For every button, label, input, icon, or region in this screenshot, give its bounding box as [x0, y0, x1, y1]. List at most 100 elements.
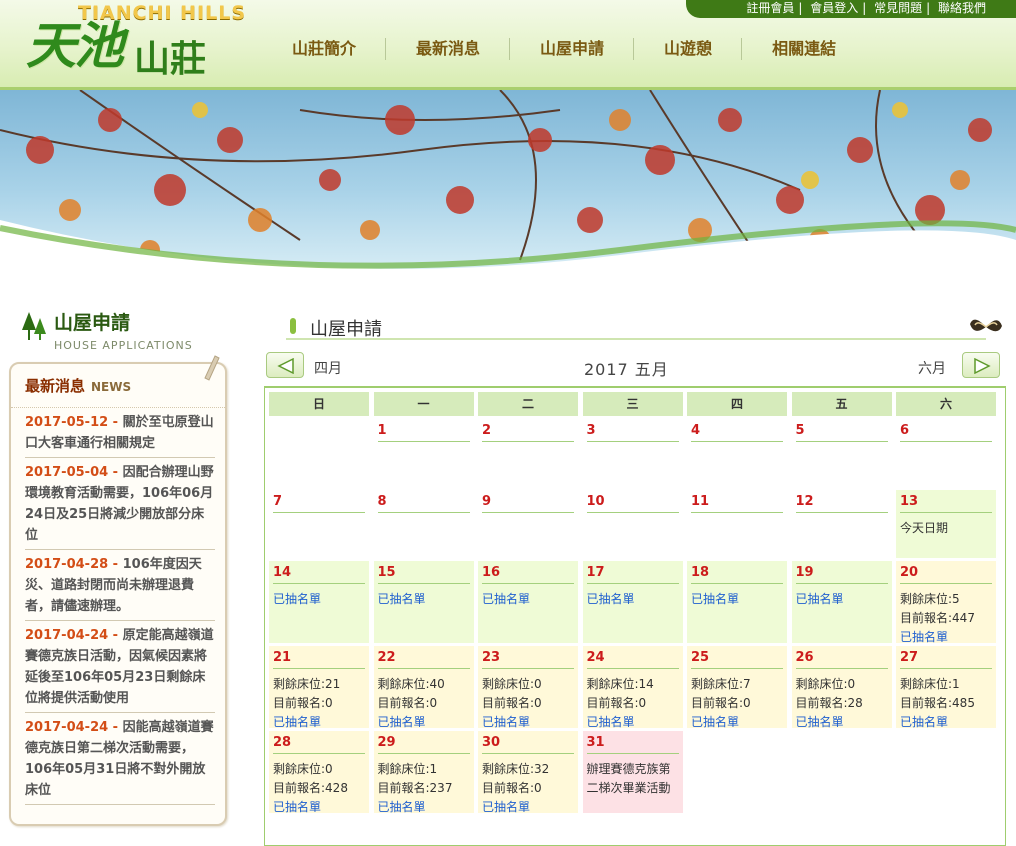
drawn-list-link[interactable]: 已抽名單: [378, 713, 470, 732]
news-item[interactable]: 2017-04-24 - 原定能高越嶺道賽德克族日活動，因氣候因素將延後至106…: [25, 621, 215, 713]
news-item[interactable]: 2017-04-28 - 106年度因天災、道路封閉而尚未辦理退費者，請儘速辦理…: [25, 550, 215, 621]
calendar-day-cell[interactable]: 21 剩餘床位:21 目前報名:0 已抽名單: [269, 646, 369, 729]
calendar-day-cell[interactable]: 25 剩餘床位:7 目前報名:0 已抽名單: [687, 646, 787, 729]
calendar-day-cell[interactable]: 2: [478, 419, 578, 487]
nav-item-news[interactable]: 最新消息: [386, 38, 511, 60]
day-number: 14: [273, 565, 365, 584]
calendar-day-cell[interactable]: 31 辦理賽德克族第二梯次畢業活動: [582, 731, 683, 813]
calendar-day-cell[interactable]: 16 已抽名單: [478, 561, 578, 643]
current-signups: 目前報名:28: [795, 696, 863, 710]
separator: |: [926, 1, 931, 15]
drawn-list-link[interactable]: 已抽名單: [273, 713, 365, 732]
weekday-header: 三: [582, 392, 683, 416]
remaining-beds: 剩餘床位:1: [377, 762, 438, 776]
calendar-day-cell[interactable]: 29 剩餘床位:1 目前報名:237 已抽名單: [373, 731, 474, 814]
sidebar-title-en: HOUSE APPLICATIONS: [54, 339, 193, 352]
prev-month-label[interactable]: 四月: [314, 358, 342, 378]
day-number: 15: [377, 565, 470, 584]
calendar-day-cell[interactable]: 20 剩餘床位:5 目前報名:447 已抽名單: [896, 561, 996, 644]
maple-leaves-illustration: [0, 90, 1016, 270]
section-title: 山屋申請: [286, 306, 1002, 340]
drawn-list-link[interactable]: 已抽名單: [900, 628, 992, 647]
calendar-day-cell[interactable]: 6: [896, 419, 996, 487]
remaining-beds: 剩餘床位:32: [482, 762, 550, 776]
news-item[interactable]: 2017-04-24 - 因能高越嶺道賽德克族日第二梯次活動需要，106年05月…: [25, 713, 215, 805]
month-navigation: 四月 2017 五月 六月: [262, 350, 1002, 380]
current-month-label: 2017 五月: [584, 360, 669, 379]
day-number: 19: [795, 565, 888, 584]
day-number: 16: [482, 565, 574, 584]
sidebar-title: 山屋申請 HOUSE APPLICATIONS: [20, 308, 230, 352]
day-note: 今天日期: [900, 521, 949, 535]
drawn-list-link[interactable]: 已抽名單: [900, 713, 992, 732]
drawn-list-link[interactable]: 已抽名單: [587, 590, 679, 609]
nav-item-links[interactable]: 相關連結: [742, 38, 865, 60]
remaining-beds: 剩餘床位:0: [482, 677, 542, 691]
current-signups: 目前報名:0: [482, 781, 542, 795]
calendar-week-row: 14 已抽名單 15 已抽名單 16 已抽名單 17 已抽名單 18 已抽名單 19 已抽名單 20 剩餘…: [269, 561, 1001, 644]
calendar: 日一二三四五六 1 2 3 4 5 6 7 8 9 10 11 12 13 今天日期 14 已抽名單 15 已抽名單…: [264, 386, 1006, 846]
title-marker: [290, 318, 296, 334]
calendar-empty-cell: [792, 731, 892, 813]
login-link[interactable]: 會員登入: [810, 1, 858, 15]
nav-item-about[interactable]: 山莊簡介: [262, 38, 387, 60]
calendar-day-cell[interactable]: 11: [687, 490, 787, 558]
day-number: 1: [377, 423, 470, 442]
drawn-list-link[interactable]: 已抽名單: [482, 713, 574, 732]
calendar-day-cell[interactable]: 8: [374, 490, 474, 558]
drawn-list-link[interactable]: 已抽名單: [378, 590, 470, 609]
sidebar: 山屋申請 HOUSE APPLICATIONS 最新消息 NEWS 2017-05…: [0, 300, 240, 842]
calendar-day-cell[interactable]: 3: [583, 419, 683, 487]
calendar-day-cell[interactable]: 12: [792, 490, 892, 558]
drawn-list-link[interactable]: 已抽名單: [482, 798, 574, 817]
calendar-day-cell[interactable]: 27 剩餘床位:1 目前報名:485 已抽名單: [896, 646, 996, 729]
nav-item-recreation[interactable]: 山遊憩: [634, 38, 743, 60]
calendar-day-cell[interactable]: 23 剩餘床位:0 目前報名:0 已抽名單: [478, 646, 578, 729]
calendar-day-cell[interactable]: 4: [687, 419, 787, 487]
next-month-button[interactable]: [962, 352, 1000, 378]
calendar-day-cell[interactable]: 26 剩餘床位:0 目前報名:28 已抽名單: [791, 646, 892, 729]
calendar-day-cell[interactable]: 30 剩餘床位:32 目前報名:0 已抽名單: [478, 731, 578, 814]
news-date: 2017-05-12: [25, 415, 109, 430]
drawn-list-link[interactable]: 已抽名單: [378, 798, 470, 817]
calendar-day-cell[interactable]: 24 剩餘床位:14 目前報名:0 已抽名單: [582, 646, 683, 729]
drawn-list-link[interactable]: 已抽名單: [273, 590, 365, 609]
contact-link[interactable]: 聯絡我們: [938, 1, 986, 15]
calendar-day-cell[interactable]: 10: [583, 490, 683, 558]
calendar-day-cell[interactable]: 19 已抽名單: [791, 561, 892, 643]
next-month-label[interactable]: 六月: [918, 358, 946, 378]
current-signups: 目前報名:447: [900, 611, 975, 625]
calendar-grid: 日一二三四五六 1 2 3 4 5 6 7 8 9 10 11 12 13 今天日期 14 已抽名單 15 已抽名單…: [269, 392, 1001, 814]
calendar-day-cell[interactable]: 14 已抽名單: [269, 561, 369, 643]
calendar-day-cell[interactable]: 5: [792, 419, 892, 487]
calendar-day-cell[interactable]: 13 今天日期: [896, 490, 996, 558]
drawn-list-link[interactable]: 已抽名單: [273, 798, 365, 817]
faq-link[interactable]: 常見問題: [874, 1, 922, 15]
calendar-day-cell[interactable]: 1: [374, 419, 474, 487]
calendar-day-cell[interactable]: 15 已抽名單: [373, 561, 474, 643]
drawn-list-link[interactable]: 已抽名單: [796, 590, 888, 609]
calendar-day-cell[interactable]: 28 剩餘床位:0 目前報名:428 已抽名單: [269, 731, 369, 814]
calendar-day-cell[interactable]: 9: [478, 490, 578, 558]
current-signups: 目前報名:0: [273, 696, 333, 710]
weekday-header: 日: [269, 392, 369, 416]
site-header: 天池 TIANCHI HILLS 山莊 註冊會員 | 會員登入 | 常見問題 | 聯絡…: [0, 0, 1016, 90]
calendar-day-cell[interactable]: 7: [269, 490, 369, 558]
day-number: 24: [586, 650, 679, 669]
calendar-day-cell[interactable]: 18 已抽名單: [687, 561, 787, 643]
remaining-beds: 剩餘床位:0: [795, 677, 856, 691]
nav-item-house-apply[interactable]: 山屋申請: [510, 38, 635, 60]
news-item[interactable]: 2017-05-12 - 關於至屯原登山口大客車通行相關規定: [25, 408, 215, 458]
drawn-list-link[interactable]: 已抽名單: [482, 590, 574, 609]
register-link[interactable]: 註冊會員: [746, 1, 794, 15]
day-number: 23: [482, 650, 574, 669]
drawn-list-link[interactable]: 已抽名單: [691, 713, 783, 732]
news-item[interactable]: 2017-05-04 - 因配合辦理山野環境教育活動需要，106年06月24日及…: [25, 458, 215, 550]
prev-month-button[interactable]: [266, 352, 304, 378]
calendar-day-cell[interactable]: 17 已抽名單: [582, 561, 683, 643]
drawn-list-link[interactable]: 已抽名單: [587, 713, 679, 732]
calendar-day-cell[interactable]: 22 剩餘床位:40 目前報名:0 已抽名單: [373, 646, 474, 729]
drawn-list-link[interactable]: 已抽名單: [796, 713, 888, 732]
drawn-list-link[interactable]: 已抽名單: [691, 590, 783, 609]
day-number: 25: [691, 650, 783, 669]
